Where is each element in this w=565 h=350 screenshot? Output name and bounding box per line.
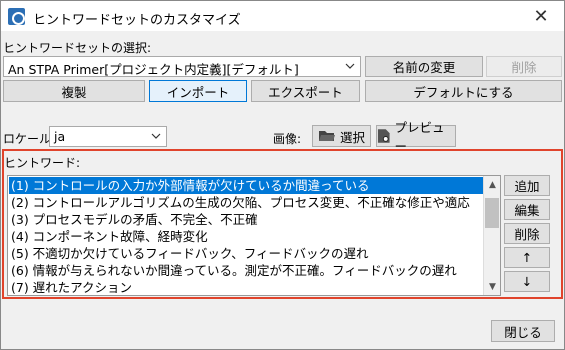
select-image-button[interactable]: 選択 (312, 125, 371, 147)
vertical-scrollbar[interactable]: ▲ ▼ (483, 176, 500, 295)
customize-hint-word-set-dialog: ヒントワードセットのカスタマイズ ✕ ヒントワードセットの選択: An STPA… (0, 0, 565, 350)
hint-word-set-select[interactable]: An STPA Primer[プロジェクト内定義][デフォルト] (3, 56, 361, 77)
set-selection-label: ヒントワードセットの選択: (3, 41, 152, 55)
app-icon (8, 8, 25, 25)
scroll-down-icon[interactable]: ▼ (484, 278, 500, 295)
image-label: 画像: (273, 132, 302, 146)
locale-label: ロケール: (3, 132, 56, 146)
list-item[interactable]: (1) コントロールの入力か外部情報が欠けているか間違っている (9, 177, 483, 194)
hint-words-group: ヒントワード: (1) コントロールの入力か外部情報が欠けているか間違っている … (2, 149, 563, 299)
preview-button[interactable]: プレビュー (376, 120, 456, 154)
rename-button[interactable]: 名前の変更 (365, 56, 483, 77)
hint-words-list[interactable]: (1) コントロールの入力か外部情報が欠けているか間違っている (2) コントロ… (7, 175, 501, 296)
list-item[interactable]: (5) 不適切か欠けているフィードバック、フィードバックの遅れ (9, 245, 483, 262)
folder-open-icon (318, 131, 335, 141)
close-icon[interactable]: ✕ (518, 1, 564, 31)
add-hint-word-button[interactable]: 追加 (504, 175, 550, 196)
locale-value: ja (54, 129, 66, 144)
list-item[interactable]: (3) プロセスモデルの矛盾、不完全、不正確 (9, 211, 483, 228)
duplicate-button[interactable]: 複製 (3, 80, 145, 102)
chevron-down-icon (345, 63, 355, 69)
edit-hint-word-button[interactable]: 編集 (504, 199, 550, 220)
scroll-up-icon[interactable]: ▲ (484, 176, 500, 193)
hint-word-set-value: An STPA Primer[プロジェクト内定義][デフォルト] (8, 62, 299, 77)
set-default-button[interactable]: デフォルトにする (365, 80, 562, 102)
delete-hint-word-button[interactable]: 削除 (504, 223, 550, 244)
chevron-down-icon (151, 133, 161, 139)
title-bar: ヒントワードセットのカスタマイズ ✕ (1, 1, 564, 31)
list-item[interactable]: (7) 遅れたアクション (9, 279, 483, 295)
move-up-button[interactable]: ↑ (504, 247, 550, 268)
scroll-thumb[interactable] (485, 198, 499, 228)
select-image-label: 選択 (339, 129, 365, 145)
delete-set-button[interactable]: 削除 (486, 56, 562, 77)
hint-words-label: ヒントワード: (4, 156, 81, 170)
move-down-button[interactable]: ↓ (504, 271, 550, 292)
document-preview-icon (377, 129, 390, 143)
close-button[interactable]: 閉じる (491, 320, 555, 342)
window-title: ヒントワードセットのカスタマイズ (33, 13, 241, 28)
locale-select[interactable]: ja (49, 126, 167, 147)
list-item[interactable]: (6) 情報が与えられないか間違っている。測定が不正確。フィードバックの遅れ (9, 262, 483, 279)
list-item[interactable]: (4) コンポーネント故障、経時変化 (9, 228, 483, 245)
list-item[interactable]: (2) コントロールアルゴリズムの生成の欠陥、プロセス変更、不正確な修正や適応 (9, 194, 483, 211)
import-button[interactable]: インポート (149, 80, 247, 102)
export-button[interactable]: エクスポート (251, 80, 360, 102)
